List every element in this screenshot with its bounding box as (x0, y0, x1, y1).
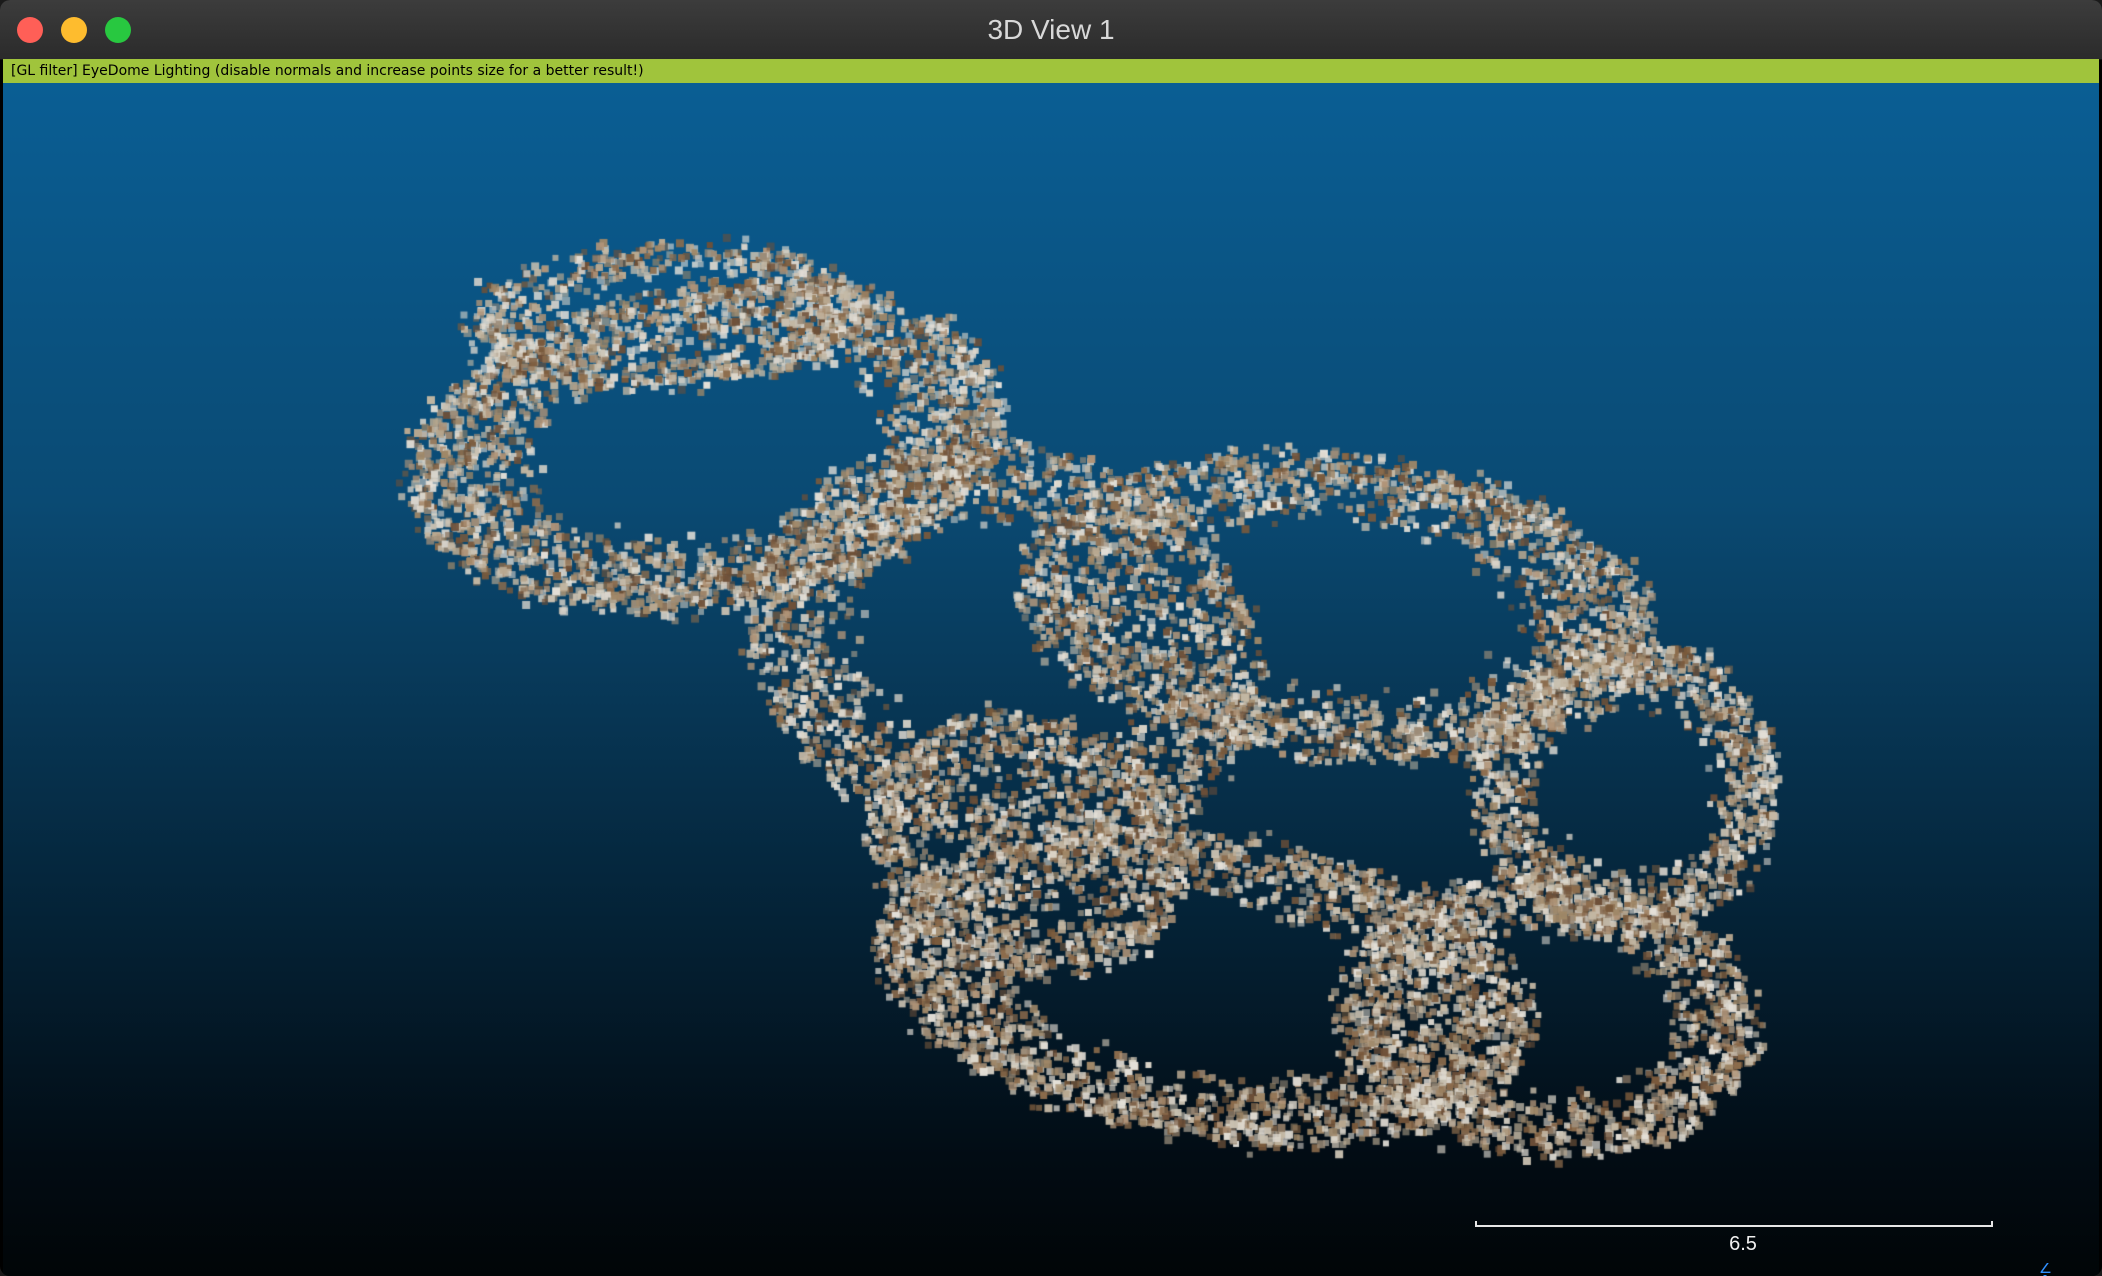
3d-viewport[interactable]: 6.5 Z X Y (3, 83, 2099, 1276)
window-title: 3D View 1 (987, 14, 1115, 45)
point-cloud[interactable] (3, 83, 2099, 1276)
scale-bar-label: 6.5 (1729, 1233, 1757, 1255)
z-axis-label: Z (2040, 1263, 2051, 1276)
title-bar[interactable]: 3D View 1 (0, 0, 2102, 60)
scale-bar-left-tick (1475, 1221, 1477, 1227)
scale-bar (1475, 1221, 1993, 1227)
gl-filter-bar: [GL filter] EyeDome Lighting (disable no… (3, 59, 2099, 83)
app-window: 3D View 1 [GL filter] EyeDome Lighting (… (0, 0, 2102, 1276)
axes-triad-icon: Z X Y (2040, 1263, 2051, 1276)
scale-bar-right-tick (1991, 1221, 1993, 1227)
